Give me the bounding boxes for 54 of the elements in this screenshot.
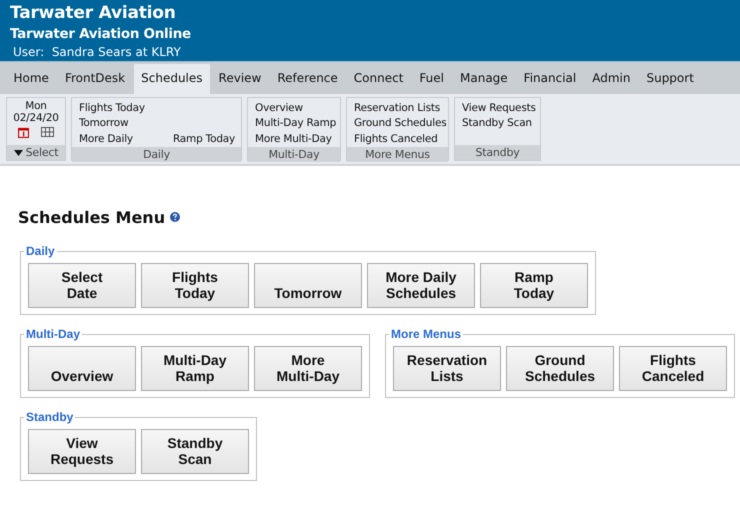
nav-tab[interactable]: Home	[6, 64, 56, 94]
app-subtitle: Tarwater Aviation Online	[10, 25, 192, 44]
ribbon-link[interactable]: Ramp Today	[172, 132, 236, 145]
menu-button[interactable]: Flights Today	[141, 263, 249, 308]
user-info: User: Sandra Sears at KLRY	[12, 45, 182, 59]
section-legend: More Menus	[389, 327, 464, 341]
menu-button[interactable]: View Requests	[28, 429, 136, 474]
ribbon-link[interactable]: Tomorrow	[79, 117, 128, 130]
nav-tab[interactable]: Connect	[346, 64, 411, 94]
group-label: Daily	[143, 146, 170, 162]
menu-button[interactable]: Reservation Lists	[393, 346, 501, 391]
menu-button[interactable]: Select Date	[28, 263, 136, 308]
dropdown-icon[interactable]	[14, 150, 23, 156]
menu-button[interactable]: Multi-Day Ramp	[141, 346, 249, 391]
nav-tab[interactable]: Review	[211, 64, 269, 94]
ribbon-link[interactable]: Flights Canceled	[354, 132, 438, 145]
nav-tab[interactable]: FrontDesk	[57, 64, 133, 94]
menu-button[interactable]: More Multi-Day	[254, 346, 362, 391]
section-legend: Multi-Day	[24, 327, 82, 341]
group-label: Multi-Day	[268, 146, 320, 162]
group-label: More Menus	[365, 146, 430, 162]
nav-tab[interactable]: Manage	[452, 64, 516, 94]
section-legend: Daily	[24, 244, 57, 258]
menu-button[interactable]: More Daily Schedules	[367, 263, 475, 308]
ribbon-link[interactable]: View Requests	[462, 102, 536, 114]
menu-button[interactable]: Overview	[28, 346, 136, 391]
date-label: 02/24/20	[13, 112, 59, 124]
menu-button[interactable]: Flights Canceled	[619, 346, 727, 391]
app-title: Tarwater Aviation	[10, 3, 177, 23]
ribbon-link[interactable]: More Daily	[79, 132, 133, 145]
ribbon-link[interactable]: Reservation Lists	[354, 102, 440, 114]
nav-tab[interactable]: Reference	[270, 64, 346, 94]
grid-icon[interactable]	[41, 127, 54, 137]
nav-tab[interactable]: Financial	[516, 64, 584, 94]
ribbon-link[interactable]: Standby Scan	[462, 117, 532, 130]
nav-tab[interactable]: Fuel	[412, 64, 452, 94]
nav-tab[interactable]: Admin	[584, 64, 638, 94]
menu-button[interactable]: Ramp Today	[480, 263, 588, 308]
menu-button[interactable]: Tomorrow	[254, 263, 362, 308]
nav-tab[interactable]: Support	[638, 64, 702, 94]
ribbon-link[interactable]: Multi-Day Ramp	[255, 117, 336, 130]
section-legend: Standby	[24, 410, 76, 424]
group-label: Standby	[475, 145, 520, 160]
calendar-icon[interactable]	[18, 126, 29, 138]
page-title: Schedules Menu	[18, 208, 166, 226]
ribbon-link[interactable]: Flights Today	[79, 102, 145, 114]
menu-button[interactable]: Ground Schedules	[506, 346, 614, 391]
ribbon-link[interactable]: Overview	[255, 102, 303, 114]
menu-button[interactable]: Standby Scan	[141, 429, 249, 474]
day-label: Mon	[25, 100, 47, 112]
help-icon[interactable]	[170, 212, 180, 222]
ribbon-link[interactable]: More Multi-Day	[255, 132, 332, 145]
nav-tab[interactable]: Schedules	[134, 64, 210, 94]
ribbon-link[interactable]: Ground Schedules	[354, 117, 446, 130]
